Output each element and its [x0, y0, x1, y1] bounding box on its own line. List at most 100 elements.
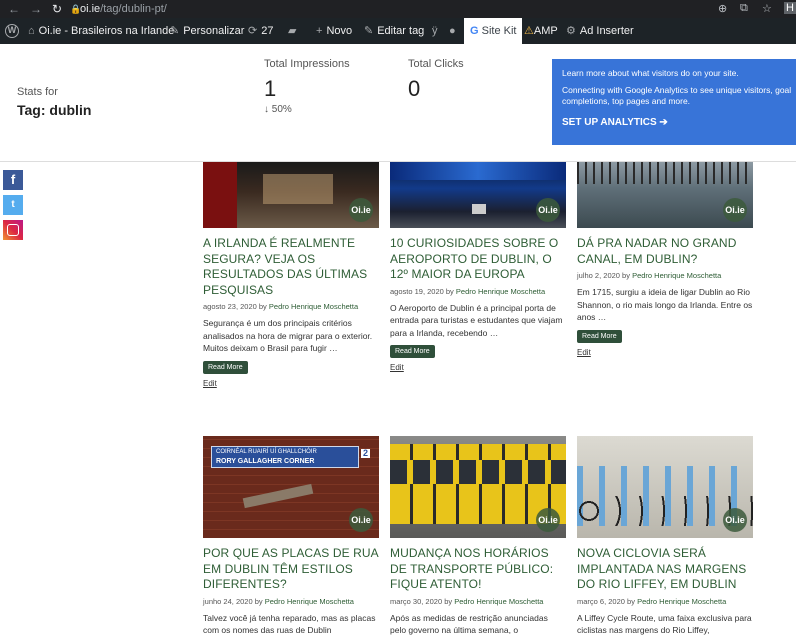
read-more-button[interactable]: Read More: [203, 360, 248, 374]
post-by: by: [627, 596, 635, 606]
post-meta: março 6, 2020 by Pedro Henrique Moschett…: [577, 597, 753, 606]
updates-link[interactable]: ⟳ 27: [248, 18, 273, 44]
post-meta: agosto 23, 2020 by Pedro Henrique Mosche…: [203, 302, 379, 311]
bus-windows: [390, 460, 566, 484]
setup-analytics-button[interactable]: SET UP ANALYTICS ➔: [562, 117, 786, 128]
read-more-button[interactable]: Read More: [390, 345, 435, 358]
post-author[interactable]: Pedro Henrique Moschetta: [637, 597, 726, 606]
new-label: Novo: [326, 25, 353, 37]
post-title[interactable]: Por que as placas de rua em Dublin têm e…: [203, 546, 379, 593]
post-author[interactable]: Pedro Henrique Moschetta: [269, 302, 358, 311]
edit-tag-label: Editar tag: [377, 25, 425, 37]
post-title[interactable]: A Irlanda é realmente segura? Veja os re…: [203, 236, 379, 298]
seo-status-link[interactable]: ●: [449, 18, 460, 44]
post-title[interactable]: Mudança nos horários de transporte públi…: [390, 546, 566, 593]
comment-icon: ▰: [288, 25, 297, 37]
post-excerpt: Segurança é um dos principais critérios …: [203, 318, 373, 353]
post-title[interactable]: Dá pra nadar no Grand Canal, em Dublin?: [577, 236, 753, 267]
forward-icon[interactable]: →: [30, 2, 42, 16]
sign-number: 2: [360, 448, 370, 458]
impressions-label: Total Impressions: [264, 58, 350, 70]
impressions-value: 1: [264, 76, 277, 101]
post-excerpt: A Liffey Cycle Route, uma faixa exclusiv…: [577, 612, 752, 636]
reload-icon[interactable]: ↻: [52, 2, 62, 16]
post-by: by: [622, 271, 630, 280]
site-kit-link[interactable]: G Site Kit: [464, 18, 523, 44]
translate-icon[interactable]: ⧉: [740, 2, 748, 15]
post-thumbnail[interactable]: Oi.ie: [577, 162, 753, 228]
post-card: Oi.ie 10 curiosidades sobre o Aeroporto …: [390, 162, 566, 372]
watermark-logo: Oi.ie: [536, 508, 560, 532]
stats-tag-title: Tag: dublin: [17, 102, 92, 118]
post-card: Oi.ie Nova ciclovia será implantada nas …: [577, 436, 753, 637]
promo-line-2: Connecting with Google Analytics to see …: [562, 85, 792, 95]
comments-link[interactable]: ▰: [288, 18, 300, 44]
site-name-label: Oi.ie - Brasileiros na Irlande: [38, 25, 175, 37]
post-meta: junho 24, 2020 by Pedro Henrique Moschet…: [203, 597, 379, 606]
guitar-sculpture: [242, 483, 314, 509]
url-domain: oi.ie: [80, 3, 101, 15]
url-path: /tag/dublin-pt/: [100, 3, 167, 15]
post-thumbnail[interactable]: Oi.ie: [577, 436, 753, 538]
post-thumbnail[interactable]: Oi.ie: [390, 162, 566, 228]
edit-link[interactable]: Edit: [577, 348, 753, 357]
site-kit-stats-panel: Stats for Tag: dublin Total Impressions …: [0, 44, 796, 162]
watermark-logo: Oi.ie: [723, 508, 747, 532]
post-meta: março 30, 2020 by Pedro Henrique Moschet…: [390, 597, 566, 606]
gear-icon: ⚙: [566, 25, 576, 37]
post-thumbnail[interactable]: Oi.ie: [390, 436, 566, 538]
clicks-value: 0: [408, 76, 421, 101]
customize-link[interactable]: ✎ Personalizar: [170, 18, 244, 44]
post-author[interactable]: Pedro Henrique Moschetta: [265, 597, 354, 606]
facebook-icon[interactable]: f: [3, 170, 23, 190]
clicks-label: Total Clicks: [408, 58, 464, 70]
read-more-button[interactable]: Read More: [577, 329, 622, 343]
updates-count: 27: [261, 25, 274, 37]
watermark-logo: Oi.ie: [723, 198, 747, 222]
promo-line-1: Learn more about what visitors do on you…: [562, 68, 739, 78]
star-icon[interactable]: ☆: [762, 2, 772, 15]
back-icon[interactable]: ←: [8, 2, 20, 16]
post-author[interactable]: Pedro Henrique Moschetta: [456, 287, 545, 296]
post-meta: agosto 19, 2020 by Pedro Henrique Mosche…: [390, 287, 566, 296]
twitter-icon[interactable]: t: [3, 195, 23, 215]
add-icon[interactable]: ⊕: [718, 2, 727, 15]
post-thumbnail[interactable]: Oi.ie: [203, 162, 379, 228]
new-content-link[interactable]: + Novo: [316, 18, 352, 44]
post-by: by: [254, 596, 263, 606]
brush-icon: ✎: [170, 25, 180, 37]
warning-icon: ⚠: [524, 25, 534, 37]
site-name-link[interactable]: ⌂ Oi.ie - Brasileiros na Irlande: [28, 18, 174, 44]
post-excerpt: O Aeroporto de Dublin é a principal port…: [390, 302, 563, 338]
post-card: Oi.ie Dá pra nadar no Grand Canal, em Du…: [577, 162, 753, 357]
post-author[interactable]: Pedro Henrique Moschetta: [632, 271, 721, 280]
edit-link[interactable]: Edit: [390, 363, 566, 372]
post-author[interactable]: Pedro Henrique Moschetta: [454, 597, 543, 606]
profile-icon[interactable]: H: [784, 2, 796, 14]
post-card: Oi.ie Mudança nos horários de transporte…: [390, 436, 566, 637]
post-title[interactable]: Nova ciclovia será implantada nas margen…: [577, 546, 753, 593]
post-date: junho 24, 2020: [203, 596, 253, 606]
ad-inserter-link[interactable]: ⚙ Ad Inserter: [566, 18, 634, 44]
address-bar[interactable]: oi.ie/tag/dublin-pt/: [80, 3, 167, 15]
yoast-link[interactable]: ÿ: [432, 18, 442, 44]
post-date: julho 2, 2020: [577, 271, 620, 280]
wordpress-logo-icon[interactable]: W: [5, 18, 19, 44]
amp-link[interactable]: ⚠AMP: [524, 18, 558, 44]
post-thumbnail[interactable]: COIRNÉAL RUAIRÍ UÍ GHALLCHÓIR RORY GALLA…: [203, 436, 379, 538]
edit-link[interactable]: Edit: [203, 379, 379, 388]
street-sign: COIRNÉAL RUAIRÍ UÍ GHALLCHÓIR RORY GALLA…: [211, 446, 370, 468]
post-excerpt: Em 1715, surgiu a ideia de ligar Dublin …: [577, 287, 753, 322]
post-card: Oi.ie A Irlanda é realmente segura? Veja…: [203, 162, 379, 388]
post-title[interactable]: 10 curiosidades sobre o Aeroporto de Dub…: [390, 236, 566, 283]
home-icon: ⌂: [28, 25, 35, 37]
post-by: by: [258, 302, 267, 311]
instagram-icon[interactable]: [3, 220, 23, 240]
yoast-icon: ÿ: [432, 25, 438, 37]
post-card: COIRNÉAL RUAIRÍ UÍ GHALLCHÓIR RORY GALLA…: [203, 436, 379, 637]
watermark-logo: Oi.ie: [349, 198, 373, 222]
tunnel-ceiling: [390, 162, 566, 180]
watermark-logo: Oi.ie: [349, 508, 373, 532]
railing: [577, 162, 753, 184]
edit-tag-link[interactable]: ✎ Editar tag: [364, 18, 424, 44]
